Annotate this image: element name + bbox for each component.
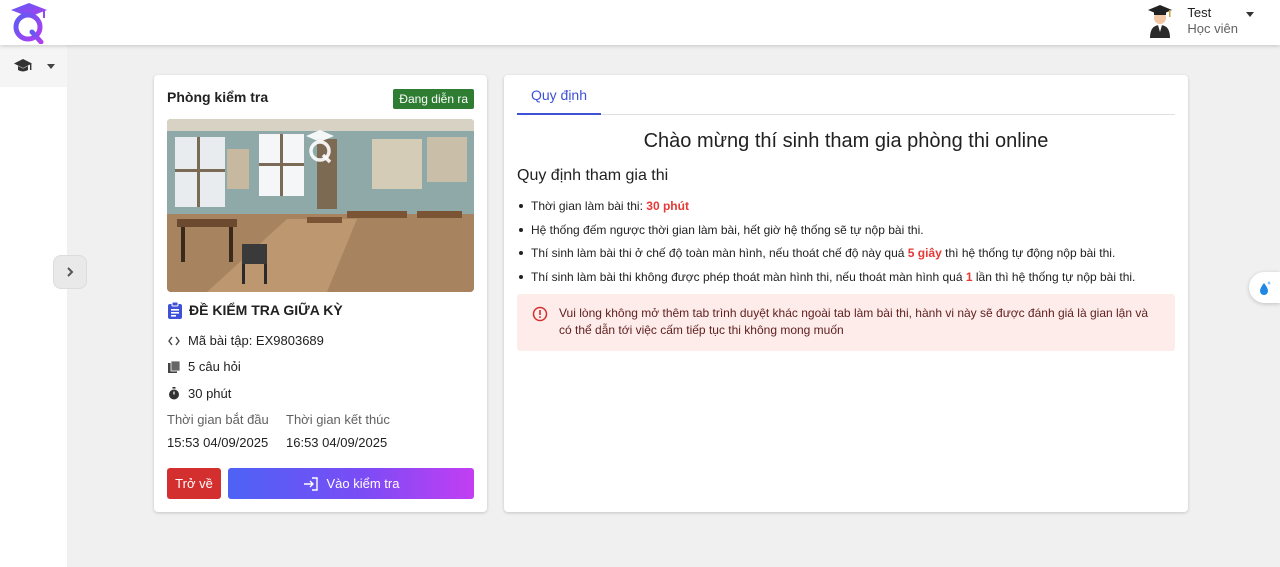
clipboard-icon [168, 301, 182, 319]
exam-code: Mã bài tập: EX9803689 [188, 333, 324, 348]
app-logo[interactable] [8, 2, 50, 45]
user-name: Test [1187, 5, 1212, 20]
welcome-heading: Chào mừng thí sinh tham gia phòng thi on… [643, 130, 1049, 152]
end-time-value: 16:53 04/09/2025 [286, 435, 388, 450]
exam-title-text: ĐỀ KIỂM TRA GIỮA KỲ [189, 302, 343, 318]
stopwatch-icon [167, 387, 181, 400]
rule-highlight: 1 [965, 269, 973, 284]
question-list-icon [167, 360, 181, 373]
rule-highlight: 5 giây [907, 246, 942, 260]
exam-code-row: Mã bài tập: EX9803689 [167, 333, 324, 348]
user-role: Học viên [1187, 21, 1238, 36]
duration: 30 phút [188, 386, 232, 401]
rules-list: Thời gian làm bài thi: 30 phút Hệ thống … [518, 196, 1135, 291]
start-time-label: Thời gian bắt đầu [167, 412, 269, 427]
back-button[interactable]: Trở về [167, 468, 221, 499]
graduation-cap-icon [14, 59, 32, 72]
rule-item: Hệ thống đếm ngược thời gian làm bài, hế… [518, 220, 1135, 244]
expand-sidebar-button[interactable] [53, 255, 87, 289]
top-bar: Test Học viên [0, 0, 1280, 45]
question-count: 5 câu hỏi [188, 359, 241, 374]
classroom-cover-image [167, 119, 474, 292]
error-outline-icon [532, 306, 548, 322]
code-icon [167, 336, 181, 346]
end-time: Thời gian kết thúc 16:53 04/09/2025 [286, 412, 390, 450]
rules-card: Quy định Chào mừng thí sinh tham gia phò… [504, 75, 1188, 512]
room-title: Phòng kiểm tra [167, 89, 269, 105]
alert-message: Vui lòng không mở thêm tab trình duyệt k… [559, 306, 1149, 337]
end-time-label: Thời gian kết thúc [286, 412, 390, 427]
floating-widget-button[interactable] [1249, 272, 1280, 303]
start-exam-label: Vào kiểm tra [326, 476, 400, 491]
tab-bar: Quy định [517, 75, 1175, 115]
start-time-value: 15:53 04/09/2025 [167, 435, 269, 450]
rule-item: Thời gian làm bài thi: 30 phút [518, 196, 1135, 220]
rule-item: Thí sinh làm bài thi ở chế độ toàn màn h… [518, 243, 1135, 267]
user-menu[interactable]: Test Học viên [1147, 4, 1254, 38]
sidebar-item-courses[interactable] [0, 45, 67, 87]
water-drop-icon [1259, 280, 1271, 295]
tab-rules[interactable]: Quy định [517, 75, 601, 115]
status-badge: Đang diễn ra [393, 89, 474, 109]
exam-title: ĐỀ KIỂM TRA GIỮA KỲ [167, 301, 343, 319]
rules-heading: Quy định tham gia thi [517, 167, 669, 184]
avatar [1148, 5, 1173, 38]
duration-row: 30 phút [167, 386, 231, 401]
rule-highlight: 30 phút [646, 199, 689, 213]
question-count-row: 5 câu hỏi [167, 359, 241, 374]
login-icon [303, 476, 319, 491]
caret-down-icon [47, 63, 55, 69]
chevron-right-icon [67, 267, 74, 277]
start-time: Thời gian bắt đầu 15:53 04/09/2025 [167, 412, 269, 450]
start-exam-button[interactable]: Vào kiểm tra [228, 468, 474, 499]
warning-alert: Vui lòng không mở thêm tab trình duyệt k… [517, 294, 1175, 351]
rule-item: Thí sinh làm bài thi không được phép tho… [518, 267, 1135, 291]
sidebar [0, 45, 67, 567]
exam-room-card: Phòng kiểm tra Đang diễn ra ĐỀ KIỂM TRA … [154, 75, 487, 512]
caret-down-icon[interactable] [1246, 11, 1254, 17]
